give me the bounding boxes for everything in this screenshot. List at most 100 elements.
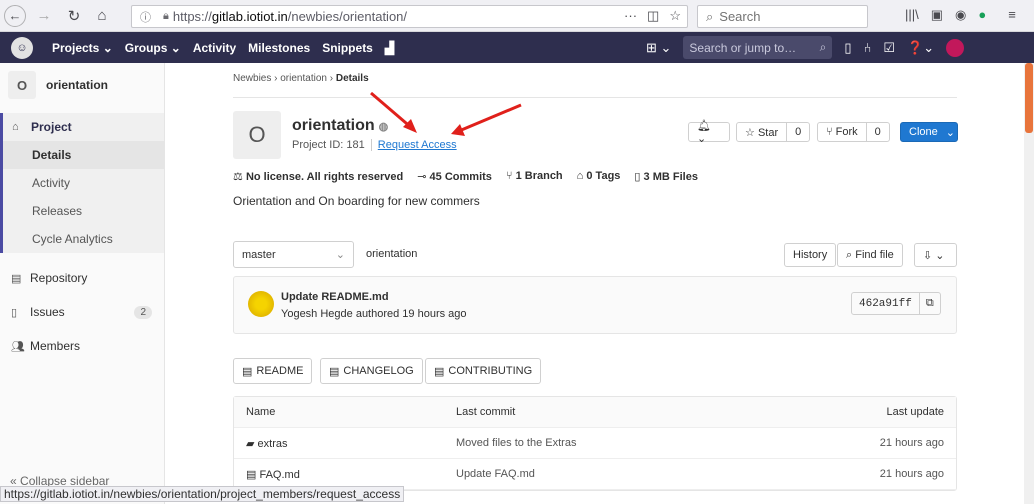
files-text: 3 MB Files [643, 171, 698, 183]
info-icon[interactable]: ⓘ [140, 9, 151, 25]
browser-search-placeholder: Search [719, 9, 761, 24]
status-url-tooltip: https://gitlab.iotiot.in/newbies/orienta… [0, 486, 405, 502]
sidebar-item-releases[interactable]: Releases [0, 197, 164, 225]
file-name[interactable]: FAQ.md [259, 469, 299, 481]
changelog-label: CHANGELOG [343, 365, 414, 377]
forward-icon[interactable]: → [32, 4, 56, 28]
file-icon: ▤ [242, 365, 253, 378]
library-icon[interactable]: |||\ [905, 7, 919, 23]
commit-title[interactable]: Update README.md [281, 291, 389, 303]
changelog-button[interactable]: ▤ CHANGELOG [320, 358, 423, 384]
home-icon[interactable]: ⌂ [90, 4, 114, 28]
copy-icon[interactable]: ⧉ [918, 293, 940, 314]
notification-button[interactable]: 🔔︎ ⌄ [688, 120, 730, 145]
star-button[interactable]: ☆ Star 0 [736, 122, 811, 142]
gitlab-search-placeholder: Search or jump to… [689, 40, 797, 55]
branch-stat[interactable]: ⑂ 1 Branch [506, 170, 563, 183]
commit-sha-text[interactable]: 462a91ff [852, 298, 919, 310]
back-icon[interactable]: ← [4, 4, 26, 27]
tags-text: 0 Tags [586, 170, 621, 182]
files-stat[interactable]: ▯ 3 MB Files [634, 170, 698, 183]
star-count[interactable]: 0 [786, 123, 809, 141]
commit-author-avatar[interactable] [248, 291, 274, 317]
nav-groups[interactable]: Groups ⌄ [125, 41, 181, 55]
sidebar-item-activity[interactable]: Activity [0, 169, 164, 197]
sidebar-item-cycle-analytics[interactable]: Cycle Analytics [0, 225, 164, 253]
sidebar-item-details[interactable]: Details [0, 141, 164, 169]
breadcrumb-group[interactable]: Newbies [233, 73, 271, 84]
breadcrumb-current[interactable]: Details [336, 73, 369, 84]
top-nav: Projects ⌄ Groups ⌄ Activity Milestones … [52, 41, 394, 55]
sidebar-item-project[interactable]: ⌂ Project [0, 113, 164, 141]
clone-button[interactable]: Clone ⌄ [900, 122, 958, 142]
license-stat[interactable]: ⚖ No license. All rights reserved [233, 170, 403, 183]
branch-dropdown[interactable]: master ⌄ [233, 241, 354, 268]
url-bar[interactable]: ⓘ 🔒︎ https://gitlab.iotiot.in/newbies/or… [131, 5, 688, 28]
request-access-link[interactable]: Request Access [370, 139, 457, 151]
page-actions-icon[interactable]: ··· [624, 8, 637, 24]
sidebar-item-label: Issues [30, 305, 65, 319]
account-icon[interactable]: ◉ [955, 7, 966, 23]
download-icon: ⇩ ⌄ [923, 249, 945, 262]
readme-button[interactable]: ▤ README [233, 358, 313, 384]
commits-stat[interactable]: ⊸ 45 Commits [417, 170, 492, 183]
nav-snippets[interactable]: Snippets [322, 41, 373, 55]
file-last-commit[interactable]: Update FAQ.md [444, 468, 824, 480]
gitlab-logo-icon[interactable]: ☺ [11, 36, 33, 59]
sidebar-project-header[interactable]: O orientation [0, 63, 164, 107]
scrollbar-thumb[interactable] [1025, 63, 1033, 133]
extension-icon[interactable]: ● [978, 7, 986, 23]
history-label: History [793, 249, 828, 261]
star-icon: ☆ [745, 126, 755, 139]
bookmark-star-icon[interactable]: ☆ [669, 8, 681, 24]
sidebar-item-repository[interactable]: ▤ Repository [0, 261, 164, 295]
home-icon: ⌂ [12, 121, 19, 133]
file-table: Name Last commit Last update ▰ extras Mo… [233, 396, 957, 491]
nav-activity[interactable]: Activity [193, 41, 236, 55]
fork-button[interactable]: ⑂ Fork 0 [817, 122, 890, 142]
nav-projects[interactable]: Projects ⌄ [52, 41, 113, 55]
pocket-icon[interactable]: ◫ [647, 8, 659, 24]
find-file-button[interactable]: ⌕ Find file [837, 243, 903, 267]
menu-icon[interactable]: ≡ [1008, 7, 1016, 23]
file-last-update: 21 hours ago [879, 468, 944, 480]
contributing-label: CONTRIBUTING [448, 365, 533, 377]
fork-count[interactable]: 0 [865, 123, 889, 141]
download-button[interactable]: ⇩ ⌄ [914, 243, 957, 267]
table-row[interactable]: ▰ extras Moved files to the Extras 21 ho… [234, 428, 956, 459]
search-icon: ⌕ [706, 8, 714, 24]
sidebar-item-members[interactable]: 👥︎ Members [0, 329, 164, 363]
issues-icon[interactable]: ▯ [844, 40, 851, 56]
star-label: Star [757, 126, 779, 139]
contributing-button[interactable]: ▤ CONTRIBUTING [425, 358, 542, 384]
breadcrumb-project[interactable]: orientation [280, 73, 327, 84]
file-name[interactable]: extras [258, 438, 288, 450]
new-plus-icon[interactable]: ⊞ ⌄ [646, 40, 671, 56]
browser-search-field[interactable]: ⌕ Search [697, 5, 868, 28]
file-icon: ▤ [246, 468, 257, 481]
issues-icon: ▯ [11, 306, 18, 319]
file-last-commit[interactable]: Moved files to the Extras [444, 437, 824, 449]
find-file-label: Find file [855, 248, 894, 261]
reload-icon[interactable]: ↻ [62, 4, 86, 28]
file-icon: ▯ [634, 171, 641, 183]
sidebar-item-issues[interactable]: ▯ Issues 2 [0, 295, 164, 329]
history-button[interactable]: History [784, 243, 837, 267]
repo-path[interactable]: orientation [366, 248, 417, 260]
user-avatar[interactable] [946, 38, 965, 57]
gitlab-search-input[interactable]: Search or jump to… ⌕ [683, 36, 833, 59]
file-last-update: 21 hours ago [879, 437, 944, 449]
todos-icon[interactable]: ☑ [883, 40, 895, 56]
col-last-update: Last update [886, 406, 945, 418]
nav-milestones[interactable]: Milestones [248, 41, 310, 55]
commit-author: Yogesh Hegde authored 19 hours ago [281, 308, 467, 320]
sidebar-project-name: orientation [46, 78, 108, 92]
chart-icon[interactable]: ▟ [385, 41, 394, 55]
help-icon[interactable]: ❓⌄ [907, 40, 934, 56]
page-scrollbar[interactable] [1024, 63, 1034, 504]
chevron-down-icon: ⌄ [945, 126, 955, 139]
sidebar-toggle-icon[interactable]: ▣ [931, 7, 943, 23]
merge-requests-icon[interactable]: ⑃ [864, 40, 872, 55]
url-scheme: https:// [172, 9, 212, 24]
tags-stat[interactable]: ⌂ 0 Tags [577, 170, 621, 183]
